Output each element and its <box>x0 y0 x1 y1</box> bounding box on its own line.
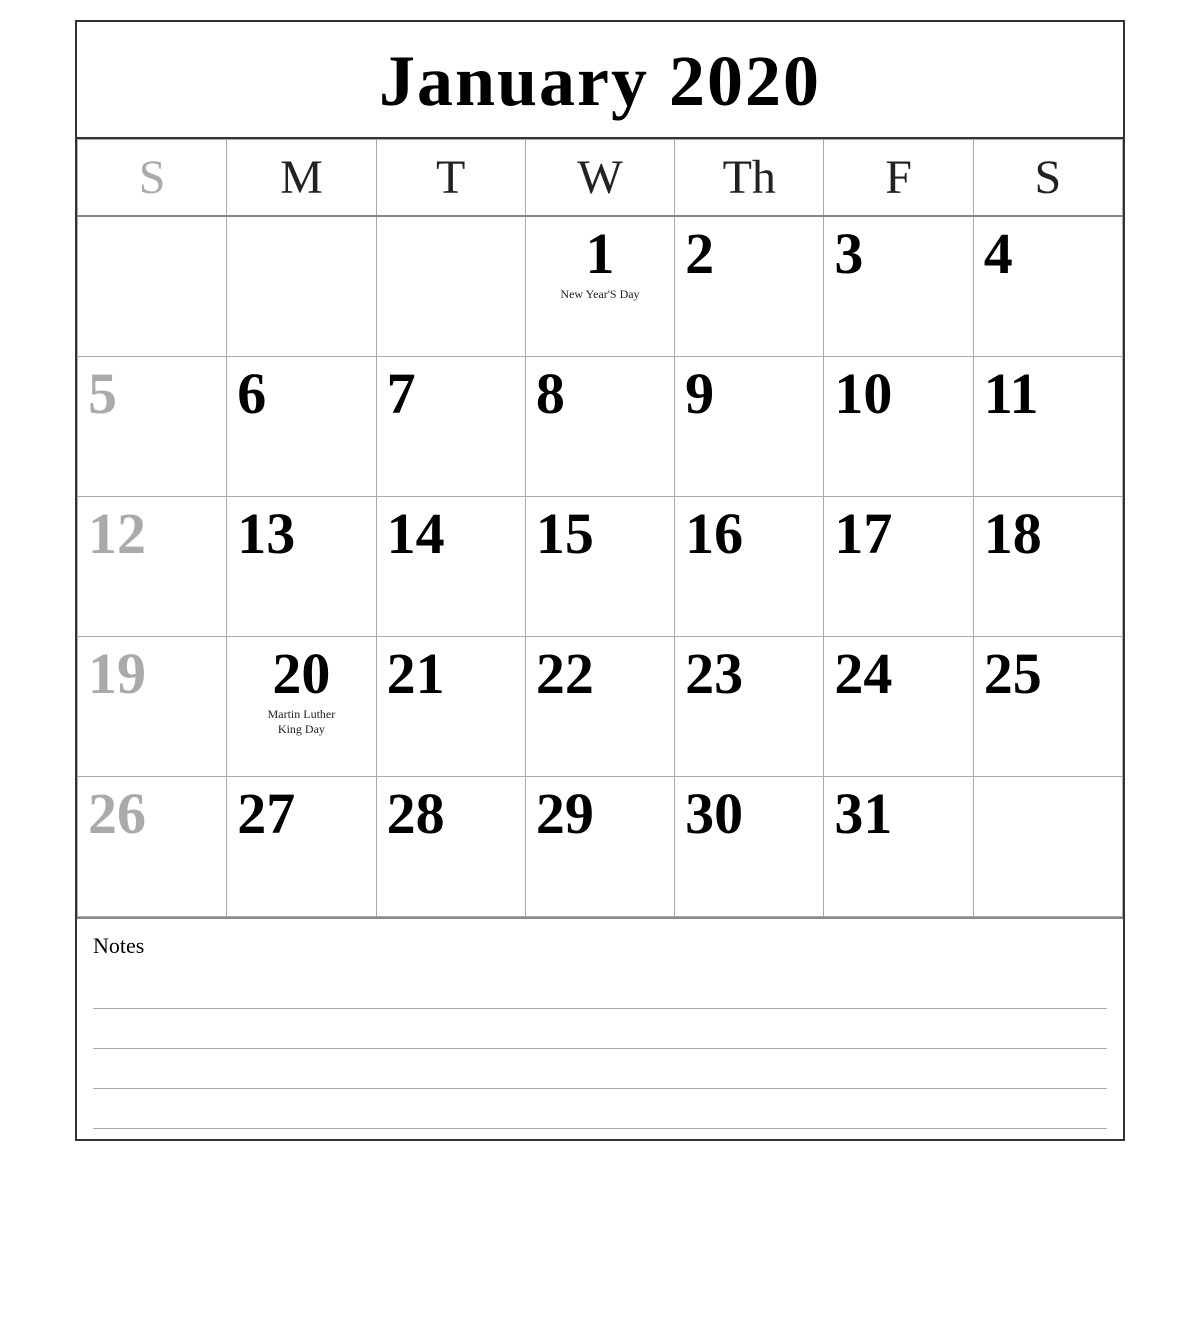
calendar: January 2020 S M T W Th F S 1 New Year'S … <box>75 20 1125 1141</box>
cell-w2-d4: 8 <box>525 356 674 496</box>
notes-section: Notes <box>77 917 1123 1139</box>
notes-label: Notes <box>93 933 1107 959</box>
cell-w1-d6: 3 <box>824 216 973 356</box>
notes-lines <box>93 969 1107 1129</box>
day-number-11: 11 <box>984 365 1039 423</box>
day-number-9: 9 <box>685 365 714 423</box>
cell-w4-d7: 25 <box>973 636 1122 776</box>
calendar-grid: S M T W Th F S 1New Year'S Day2345678910… <box>77 139 1123 917</box>
day-number-22: 22 <box>536 645 594 703</box>
day-number-8: 8 <box>536 365 565 423</box>
dow-friday: F <box>824 140 973 217</box>
cell-w2-d6: 10 <box>824 356 973 496</box>
cell-w2-d2: 6 <box>227 356 376 496</box>
calendar-title: January 2020 <box>77 22 1123 139</box>
cell-w4-d1: 19 <box>78 636 227 776</box>
notes-line-4[interactable] <box>93 1089 1107 1129</box>
day-number-4: 4 <box>984 225 1013 283</box>
dow-wednesday: W <box>525 140 674 217</box>
day-number-28: 28 <box>387 785 445 843</box>
cell-w5-d5: 30 <box>675 776 824 916</box>
day-number-23: 23 <box>685 645 743 703</box>
cell-w1-d5: 2 <box>675 216 824 356</box>
day-number-25: 25 <box>984 645 1042 703</box>
cell-w4-d6: 24 <box>824 636 973 776</box>
cell-w4-d4: 22 <box>525 636 674 776</box>
dow-thursday: Th <box>675 140 824 217</box>
dow-saturday: S <box>973 140 1122 217</box>
day-number-7: 7 <box>387 365 416 423</box>
cell-w1-d4: 1 New Year'S Day <box>525 216 674 356</box>
day-number-31: 31 <box>834 785 892 843</box>
cell-w5-d1: 26 <box>78 776 227 916</box>
cell-w3-d6: 17 <box>824 496 973 636</box>
day-number-6: 6 <box>237 365 266 423</box>
day-number-1: 1 <box>585 225 614 283</box>
cell-w4-d3: 21 <box>376 636 525 776</box>
cell-w2-d3: 7 <box>376 356 525 496</box>
week-row-1: 1 New Year'S Day 2 3 4 <box>78 216 1123 356</box>
notes-line-1[interactable] <box>93 969 1107 1009</box>
day-number-24: 24 <box>834 645 892 703</box>
day-number-15: 15 <box>536 505 594 563</box>
cell-w2-d5: 9 <box>675 356 824 496</box>
notes-line-3[interactable] <box>93 1049 1107 1089</box>
day-number-21: 21 <box>387 645 445 703</box>
cell-w1-d2 <box>227 216 376 356</box>
cell-w1-d1 <box>78 216 227 356</box>
cell-w3-d3: 14 <box>376 496 525 636</box>
day-number-2: 2 <box>685 225 714 283</box>
holiday-label-1: New Year'S Day <box>536 287 664 303</box>
day-number-19: 19 <box>88 645 146 703</box>
day-number-16: 16 <box>685 505 743 563</box>
day-number-3: 3 <box>834 225 863 283</box>
cell-w5-d4: 29 <box>525 776 674 916</box>
day-number-18: 18 <box>984 505 1042 563</box>
cell-w3-d5: 16 <box>675 496 824 636</box>
week-row-3: 12 13 14 15 16 17 18 <box>78 496 1123 636</box>
cell-w3-d2: 13 <box>227 496 376 636</box>
cell-w3-d4: 15 <box>525 496 674 636</box>
day-number-5: 5 <box>88 365 117 423</box>
cell-w4-d5: 23 <box>675 636 824 776</box>
notes-line-2[interactable] <box>93 1009 1107 1049</box>
cell-w4-d2: 20 Martin LutherKing Day <box>227 636 376 776</box>
cell-w5-d7 <box>973 776 1122 916</box>
cell-w2-d1: 5 <box>78 356 227 496</box>
day-number-14: 14 <box>387 505 445 563</box>
day-number-10: 10 <box>834 365 892 423</box>
cell-w5-d6: 31 <box>824 776 973 916</box>
cell-w2-d7: 11 <box>973 356 1122 496</box>
day-number-13: 13 <box>237 505 295 563</box>
dow-monday: M <box>227 140 376 217</box>
dow-tuesday: T <box>376 140 525 217</box>
cell-w5-d2: 27 <box>227 776 376 916</box>
days-of-week-row: S M T W Th F S <box>78 140 1123 217</box>
holiday-label-20: Martin LutherKing Day <box>237 707 365 738</box>
day-number-26: 26 <box>88 785 146 843</box>
day-number-30: 30 <box>685 785 743 843</box>
day-number-12: 12 <box>88 505 146 563</box>
week-row-4: 19 20 Martin LutherKing Day 21 22 23 24 25 <box>78 636 1123 776</box>
day-number-17: 17 <box>834 505 892 563</box>
cell-w5-d3: 28 <box>376 776 525 916</box>
day-number-29: 29 <box>536 785 594 843</box>
cell-w3-d7: 18 <box>973 496 1122 636</box>
week-row-5: 26 27 28 29 30 31 <box>78 776 1123 916</box>
cell-w1-d3 <box>376 216 525 356</box>
dow-sunday: S <box>78 140 227 217</box>
cell-w3-d1: 12 <box>78 496 227 636</box>
day-number-20: 20 <box>272 645 330 703</box>
day-number-27: 27 <box>237 785 295 843</box>
week-row-2: 5 6 7 8 9 10 11 <box>78 356 1123 496</box>
cell-w1-d7: 4 <box>973 216 1122 356</box>
